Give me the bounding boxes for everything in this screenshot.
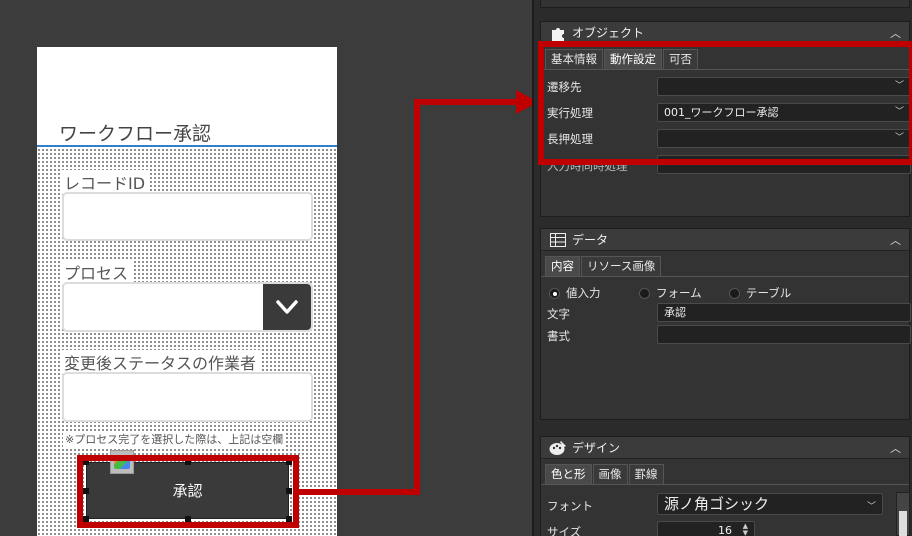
tab-content[interactable]: 内容: [545, 256, 580, 276]
assignee-input[interactable]: [62, 372, 313, 422]
radio-icon: [729, 288, 740, 299]
table-icon: [549, 232, 567, 248]
chevron-down-icon[interactable]: [263, 284, 311, 330]
size-value: 16: [718, 524, 732, 536]
radio-label: 値入力: [566, 286, 601, 300]
size-label: サイズ: [547, 525, 582, 536]
format-label: 書式: [547, 329, 570, 343]
data-section: データ ︿ 内容 リソース画像 値入力 フォーム テーブル 文字 承認 書式: [540, 228, 911, 420]
connector-line: [299, 489, 420, 495]
tab-color-shape[interactable]: 色と形: [545, 464, 592, 484]
chevron-up-icon[interactable]: ︿: [890, 232, 901, 248]
stepper-arrows-icon[interactable]: ▲ ▼: [743, 523, 748, 536]
data-tabs: 内容 リソース画像: [541, 251, 909, 277]
palette-icon: [549, 440, 567, 456]
radio-table[interactable]: テーブル: [729, 285, 791, 301]
title-underline: [37, 145, 337, 147]
record-id-label: レコードID: [60, 170, 150, 194]
font-select[interactable]: 源ノ角ゴシック ﹀: [657, 493, 883, 515]
tab-border[interactable]: 罫線: [628, 464, 664, 484]
collapsed-section: [540, 0, 910, 8]
data-section-title: データ: [572, 233, 609, 247]
radio-label: テーブル: [746, 286, 792, 300]
chevron-up-icon[interactable]: ︿: [890, 25, 901, 41]
text-label: 文字: [547, 307, 570, 321]
connector-line: [414, 99, 420, 495]
font-label: フォント: [547, 499, 593, 513]
process-label: プロセス: [60, 260, 133, 284]
tab-image[interactable]: 画像: [592, 464, 628, 484]
format-input[interactable]: [657, 325, 911, 344]
data-section-header[interactable]: データ ︿: [541, 229, 909, 251]
button-highlight-box: [77, 455, 299, 528]
radio-icon: [639, 288, 650, 299]
radio-label: フォーム: [656, 286, 702, 300]
settings-highlight-box: [538, 41, 912, 165]
page-title: ワークフロー承認: [59, 123, 212, 145]
design-section: デザイン ︿ 色と形 画像 罫線 フォント 源ノ角ゴシック ﹀ サイズ 16 ▲ ▼: [540, 436, 910, 536]
connector-line: [414, 99, 518, 105]
scrollbar-thumb[interactable]: [899, 511, 907, 536]
radio-form[interactable]: フォーム: [639, 285, 702, 301]
design-canvas[interactable]: ワークフロー承認 レコードID プロセス 変更後ステータスの作業者 ※プロセス完…: [0, 0, 538, 536]
tab-resource-image[interactable]: リソース画像: [581, 256, 662, 276]
design-section-header[interactable]: デザイン ︿: [541, 437, 909, 459]
size-stepper[interactable]: 16 ▲ ▼: [657, 521, 755, 536]
puzzle-icon: [549, 25, 567, 41]
radio-value-input[interactable]: 値入力: [549, 285, 601, 301]
chevron-down-icon: ﹀: [866, 502, 876, 512]
text-input[interactable]: 承認: [657, 303, 911, 322]
process-note: ※プロセス完了を選択した際は、上記は空欄: [63, 431, 286, 447]
assignee-label: 変更後ステータスの作業者: [60, 350, 261, 374]
chevron-up-icon[interactable]: ︿: [890, 440, 901, 456]
design-scrollbar[interactable]: [896, 492, 910, 536]
radio-icon: [549, 288, 560, 299]
record-id-input[interactable]: [62, 192, 313, 241]
process-select[interactable]: [62, 282, 313, 332]
property-panel: オブジェクト ︿ 基本情報 動作設定 可否 遷移先 ﹀ 実行処理 001_ワーク…: [532, 0, 912, 536]
object-section-title: オブジェクト: [572, 26, 645, 40]
design-section-title: デザイン: [572, 441, 621, 455]
design-tabs: 色と形 画像 罫線: [541, 459, 909, 485]
font-value: 源ノ角ゴシック: [664, 495, 770, 513]
